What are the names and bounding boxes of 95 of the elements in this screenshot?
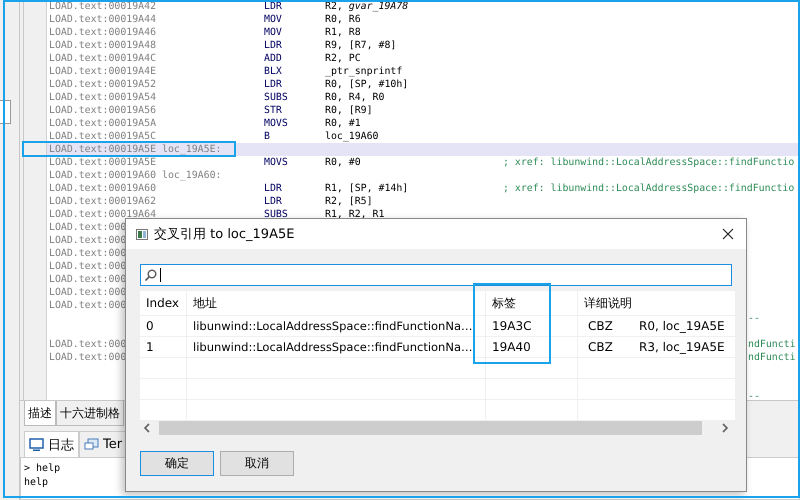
text-cursor — [160, 268, 161, 282]
operand-text: R1, [SP, #14h] — [325, 182, 410, 195]
mnemonic-text: B — [264, 130, 271, 143]
operand-text: R0, #1 — [325, 117, 362, 130]
operand-text: R9, [R7, #8] — [325, 39, 398, 52]
address-text: LOAD.text:00019A60 — [49, 182, 156, 195]
mnemonic-text: ADD — [264, 52, 283, 65]
operand-text: loc_19A60 — [325, 130, 380, 143]
mnemonic-text: LDR — [264, 39, 283, 52]
mnemonic-text: SUBS — [264, 91, 289, 104]
address-text: LOAD.text:00019A4C — [49, 52, 156, 65]
table-cell: libunwind::LocalAddressSpace::findFunctionNa… — [187, 316, 485, 336]
console-line: > help — [24, 462, 60, 476]
address-text: LOAD.text:000 — [49, 299, 126, 312]
table-cell: 0 — [140, 316, 186, 336]
table-cell: R0, loc_19A5E — [639, 319, 725, 333]
mnemonic-text: LDR — [264, 182, 283, 195]
comment-text: ; xref: libunwind::LocalAddressSpace::findFunctio — [503, 182, 794, 195]
mnemonic-text: MOVS — [264, 117, 289, 130]
operand-text: R2, [R5] — [325, 195, 374, 208]
address-text: LOAD.text:000 — [49, 234, 126, 247]
address-text: LOAD.text:00019A46 — [49, 26, 156, 39]
operand-text: R1, R2, R1 — [325, 208, 386, 221]
table-cell-text: CBZ — [588, 319, 614, 333]
comment-text: ; xref: libunwind::LocalAddressSpace::findFunctio — [503, 156, 794, 169]
operand-text: R0, [R9] — [325, 104, 374, 117]
mnemonic-text: MOV — [264, 26, 283, 39]
console-line: help — [24, 476, 48, 490]
address-text: LOAD.text:00019A60 — [49, 169, 156, 182]
close-button[interactable] — [720, 226, 736, 242]
address-text: LOAD.text:000 — [49, 221, 126, 234]
table-cell: libunwind::LocalAddressSpace::findFunctionNa… — [187, 337, 485, 357]
dialog-button[interactable]: 取消 — [220, 451, 294, 476]
address-text: LOAD.text:00019A44 — [49, 13, 156, 26]
mnemonic-text: SUBS — [264, 208, 289, 221]
dialog-button[interactable]: 确定 — [140, 451, 214, 476]
address-text: LOAD.text:000 — [49, 338, 126, 351]
column-header[interactable]: 地址 — [187, 291, 485, 315]
monitor-icon — [29, 438, 44, 452]
table-cell: 19A3C — [486, 316, 577, 336]
code-label: loc_19A5E: — [162, 143, 222, 156]
address-text: LOAD.text:00019A4E — [49, 65, 156, 78]
comment-text: ndFuncti — [748, 351, 796, 364]
column-header[interactable]: 标签 — [486, 291, 577, 315]
table-cell-text: CBZ — [588, 340, 614, 354]
comment-text: ndFuncti — [748, 338, 796, 351]
address-text: LOAD.text:00019A62 — [49, 195, 156, 208]
table-cell: 19A40 — [486, 337, 577, 357]
address-text: LOAD.text:000 — [49, 286, 126, 299]
operand-text: R0, #0 — [325, 156, 362, 169]
address-text: LOAD.text:00019A52 — [49, 78, 156, 91]
address-text: LOAD.text:00019A5A — [49, 117, 156, 130]
column-header[interactable]: Index — [140, 291, 186, 315]
mnemonic-text: BLX — [264, 65, 283, 78]
address-text: LOAD.text:00019A48 — [49, 39, 156, 52]
log-tab[interactable]: 日志 — [24, 431, 79, 457]
panel-tab[interactable]: 描述 — [24, 401, 56, 426]
window-icon — [136, 228, 148, 240]
operand-text: R0, [SP, #10h] — [325, 78, 410, 91]
address-text: LOAD.text:000 — [49, 260, 126, 273]
tab-label: Ter — [103, 437, 122, 452]
address-text: LOAD.text:000 — [49, 273, 126, 286]
operand-text: R2, PC — [325, 52, 362, 65]
tab-label: 日志 — [48, 436, 74, 454]
mnemonic-text: STR — [264, 104, 283, 117]
operand-text: R1, R8 — [325, 26, 362, 39]
address-text: LOAD.text:00019A64 — [49, 208, 156, 221]
address-text: LOAD.text:00019A5E — [49, 143, 156, 156]
mnemonic-text: LDR — [264, 78, 283, 91]
address-text: LOAD.text:00019A5E — [49, 156, 156, 169]
dialog-title: 交叉引用 to loc_19A5E — [154, 226, 296, 243]
address-text: LOAD.text:00019A5C — [49, 130, 156, 143]
operand-text: _ptr_snprintf — [325, 65, 404, 78]
table-cell: R3, loc_19A5E — [639, 340, 725, 354]
code-label: loc_19A60: — [162, 169, 222, 182]
address-text: LOAD.text:00019A42 — [49, 0, 156, 13]
search-icon — [144, 268, 157, 282]
address-text: LOAD.text:000 — [49, 351, 126, 364]
operand-text: R0, R6 — [325, 13, 362, 26]
mnemonic-text: MOV — [264, 13, 283, 26]
address-text: LOAD.text:00019A56 — [49, 104, 156, 117]
column-header[interactable]: 详细说明 — [578, 291, 735, 315]
mnemonic-text: LDR — [264, 195, 283, 208]
search-field[interactable] — [140, 264, 732, 286]
address-text: LOAD.text:00019A54 — [49, 91, 156, 104]
log-tab[interactable]: Ter — [79, 431, 128, 457]
table-cell: 1 — [140, 337, 186, 357]
panel-tab[interactable]: 十六进制格 — [56, 401, 124, 426]
operand-text: R0, R4, R0 — [325, 91, 386, 104]
address-text: LOAD.text:000 — [49, 247, 126, 260]
comment-text: -- — [748, 390, 760, 400]
operand-text: R2, gvar_19A78 — [325, 0, 410, 13]
comment-text: -- — [748, 312, 760, 325]
mnemonic-text: LDR — [264, 0, 283, 13]
mnemonic-text: MOVS — [264, 156, 289, 169]
